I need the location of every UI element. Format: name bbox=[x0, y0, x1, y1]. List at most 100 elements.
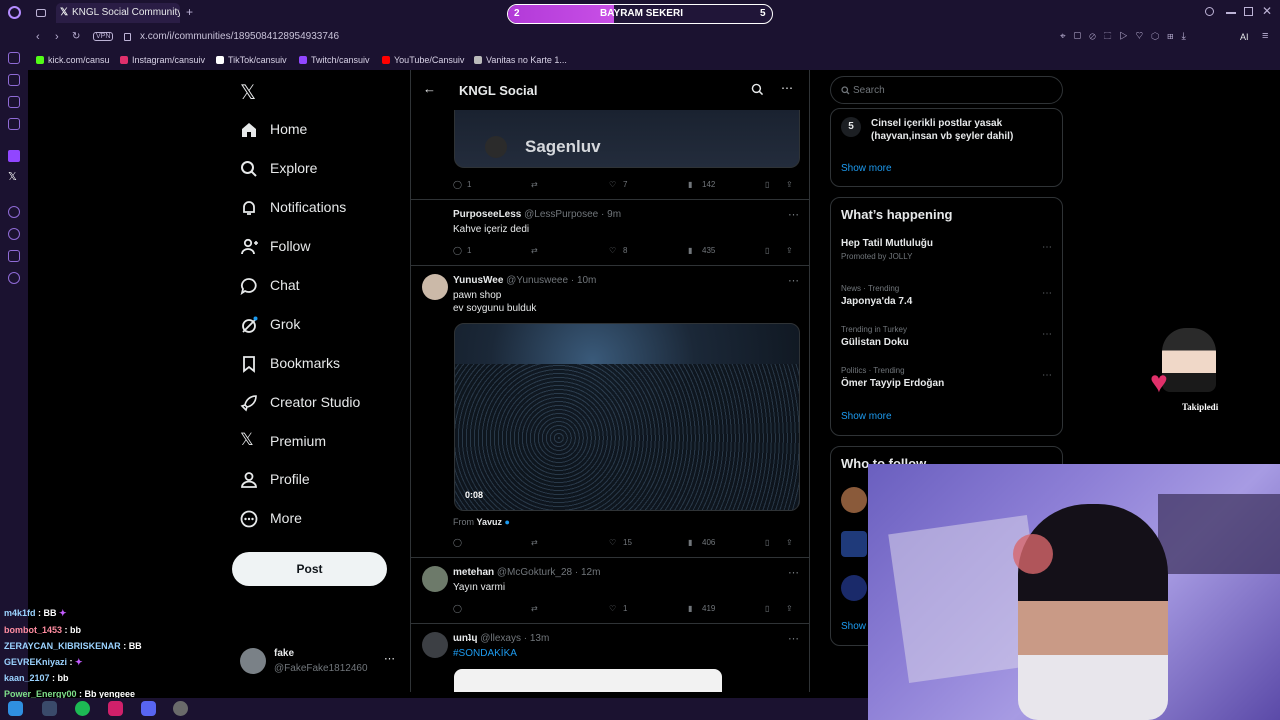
forward-icon[interactable]: › bbox=[55, 31, 59, 43]
sidebar-app-icon[interactable] bbox=[8, 206, 20, 218]
retweet-icon[interactable]: ⇄ bbox=[531, 604, 538, 613]
avatar[interactable] bbox=[422, 566, 448, 592]
x-logo-icon[interactable]: 𝕏 bbox=[240, 80, 256, 105]
views-icon[interactable]: ▮ bbox=[688, 246, 692, 255]
bookmark-instagram[interactable]: Instagram/cansuiv bbox=[120, 55, 205, 65]
new-tab-button[interactable]: + bbox=[186, 5, 193, 19]
views-icon[interactable]: ▮ bbox=[688, 180, 692, 189]
more-dots-icon[interactable]: ⋯ bbox=[384, 652, 395, 665]
account-switcher[interactable]: fake @FakeFake1812460 ⋯ bbox=[240, 646, 400, 678]
more-dots-icon[interactable]: ⋯ bbox=[1042, 242, 1052, 253]
retweet-icon[interactable]: ⇄ bbox=[531, 180, 538, 189]
bookmark-icon[interactable]: ▯ bbox=[765, 604, 769, 613]
sidebar-app-icon[interactable] bbox=[8, 96, 20, 108]
vpn-badge[interactable]: VPN bbox=[93, 32, 114, 41]
twitch-icon[interactable] bbox=[8, 150, 20, 162]
sidebar-app-icon[interactable] bbox=[8, 52, 20, 64]
avatar[interactable] bbox=[841, 575, 867, 601]
trend-item[interactable]: News · Trending Japonya'da 7.4 ⋯ bbox=[841, 284, 1056, 307]
tweet-image[interactable] bbox=[454, 669, 722, 692]
x-logo-icon[interactable]: 𝕏 bbox=[8, 170, 17, 183]
tweet[interactable]: ɯnʇɥ @llexays · 13m ⋯ #SONDAKİKA bbox=[411, 624, 809, 692]
more-dots-icon[interactable]: ⋯ bbox=[1042, 329, 1052, 340]
search-icon[interactable] bbox=[751, 83, 764, 96]
more-dots-icon[interactable]: ⋯ bbox=[781, 81, 793, 95]
tab-grid-icon[interactable] bbox=[36, 9, 46, 17]
url-field[interactable]: x.com/i/communities/1895084128954933746 bbox=[140, 31, 339, 42]
show-more-link[interactable]: Show more bbox=[841, 163, 892, 174]
trend-item[interactable]: Politics · Trending Ömer Tayyip Erdoğan … bbox=[841, 366, 1056, 389]
bookmark-kick[interactable]: kick.com/cansu bbox=[36, 55, 110, 65]
opera-gx-icon[interactable] bbox=[108, 701, 123, 716]
opera-logo-icon[interactable] bbox=[8, 6, 21, 19]
spotify-icon[interactable] bbox=[75, 701, 90, 716]
avatar[interactable] bbox=[422, 632, 448, 658]
avatar[interactable] bbox=[841, 487, 867, 513]
tab-kngl-social[interactable]: 𝕏 KNGL Social Community / bbox=[56, 3, 180, 23]
ai-button[interactable]: AI bbox=[1240, 32, 1249, 42]
like-icon[interactable]: ♡ bbox=[609, 246, 616, 255]
trend-item[interactable]: Trending in Turkey Gülistan Doku ⋯ bbox=[841, 325, 1056, 348]
search-tabs-icon[interactable] bbox=[1205, 7, 1214, 16]
share-icon[interactable]: ⇪ bbox=[786, 604, 793, 613]
retweet-icon[interactable]: ⇄ bbox=[531, 246, 538, 255]
menu-icon[interactable]: ≡ bbox=[1262, 30, 1268, 42]
history-icon[interactable] bbox=[8, 228, 20, 240]
reply-icon[interactable]: ◯ bbox=[453, 180, 462, 189]
back-icon[interactable]: ‹ bbox=[36, 31, 40, 43]
sidebar-app-icon[interactable] bbox=[8, 74, 20, 86]
close-window-button[interactable]: ✕ bbox=[1262, 4, 1272, 18]
more-dots-icon[interactable]: ⋯ bbox=[1042, 370, 1052, 381]
tweet-video[interactable]: 0:08 bbox=[454, 323, 800, 511]
maximize-button[interactable] bbox=[1244, 7, 1253, 16]
avatar[interactable] bbox=[422, 274, 448, 300]
share-icon[interactable]: ⇪ bbox=[786, 538, 793, 547]
search-box[interactable]: Search bbox=[830, 76, 1063, 104]
views-icon[interactable]: ▮ bbox=[688, 538, 692, 547]
retweet-icon[interactable]: ⇄ bbox=[531, 538, 538, 547]
tweet-hashtag[interactable]: #SONDAKİKA bbox=[453, 647, 517, 660]
reply-icon[interactable]: ◯ bbox=[453, 604, 462, 613]
tweet-author[interactable]: metehan @McGokturk_28 · 12m bbox=[453, 567, 600, 578]
windows-start-icon[interactable] bbox=[8, 701, 23, 716]
like-icon[interactable]: ♡ bbox=[609, 538, 616, 547]
tweet[interactable]: Sagenluv ◯ 1 ⇄ ♡ 7 ▮ 142 ▯ ⇪ bbox=[411, 110, 809, 200]
show-more-link[interactable]: Show bbox=[841, 621, 866, 632]
more-dots-icon[interactable]: ⋯ bbox=[1042, 288, 1052, 299]
settings-icon[interactable] bbox=[8, 272, 20, 284]
back-arrow-icon[interactable]: ← bbox=[423, 81, 436, 96]
tweet[interactable]: metehan @McGokturk_28 · 12m ⋯ Yayın varm… bbox=[411, 558, 809, 624]
post-button[interactable]: Post bbox=[232, 552, 387, 586]
sidebar-app-icon[interactable] bbox=[8, 250, 20, 262]
more-dots-icon[interactable]: ⋯ bbox=[788, 632, 799, 645]
tweet-author[interactable]: PurposeeLess @LessPurposee · 9m bbox=[453, 209, 621, 220]
tweet[interactable]: PurposeeLess @LessPurposee · 9m ⋯ Kahve … bbox=[411, 200, 809, 266]
bookmark-icon[interactable]: ▯ bbox=[765, 538, 769, 547]
share-icon[interactable]: ⇪ bbox=[786, 246, 793, 255]
reply-icon[interactable]: ◯ bbox=[453, 538, 462, 547]
bookmark-tiktok[interactable]: TikTok/cansuiv bbox=[216, 55, 287, 65]
avatar[interactable] bbox=[841, 531, 867, 557]
bookmark-icon[interactable]: ▯ bbox=[765, 246, 769, 255]
bookmark-youtube[interactable]: YouTube/Cansuiv bbox=[382, 55, 464, 65]
trend-item[interactable]: Hep Tatil Mutluluğu Promoted by JOLLY ⋯ bbox=[841, 238, 1056, 261]
like-icon[interactable]: ♡ bbox=[609, 180, 616, 189]
obs-icon[interactable] bbox=[173, 701, 188, 716]
reply-icon[interactable]: ◯ bbox=[453, 246, 462, 255]
share-icon[interactable]: ⇪ bbox=[786, 180, 793, 189]
views-icon[interactable]: ▮ bbox=[688, 604, 692, 613]
from-name[interactable]: Yavuz bbox=[477, 517, 503, 527]
bookmark-icon[interactable]: ▯ bbox=[765, 180, 769, 189]
show-more-link[interactable]: Show more bbox=[841, 411, 892, 422]
more-dots-icon[interactable]: ⋯ bbox=[788, 208, 799, 221]
tweet-image[interactable]: Sagenluv bbox=[454, 110, 800, 168]
toolbar-icons[interactable]: ⌖▢⊘⬚▷♡⬡⊞⤓ bbox=[1060, 31, 1194, 42]
tweet-author[interactable]: YunusWee @Yunusweee · 10m bbox=[453, 275, 596, 286]
discord-icon[interactable] bbox=[141, 701, 156, 716]
like-icon[interactable]: ♡ bbox=[609, 604, 616, 613]
tweet-author[interactable]: ɯnʇɥ @llexays · 13m bbox=[453, 633, 549, 644]
reload-icon[interactable]: ↻ bbox=[72, 31, 80, 42]
tweet[interactable]: YunusWee @Yunusweee · 10m ⋯ pawn shop ev… bbox=[411, 266, 809, 558]
more-dots-icon[interactable]: ⋯ bbox=[788, 566, 799, 579]
bookmark-vanitas[interactable]: Vanitas no Karte 1... bbox=[474, 55, 567, 65]
